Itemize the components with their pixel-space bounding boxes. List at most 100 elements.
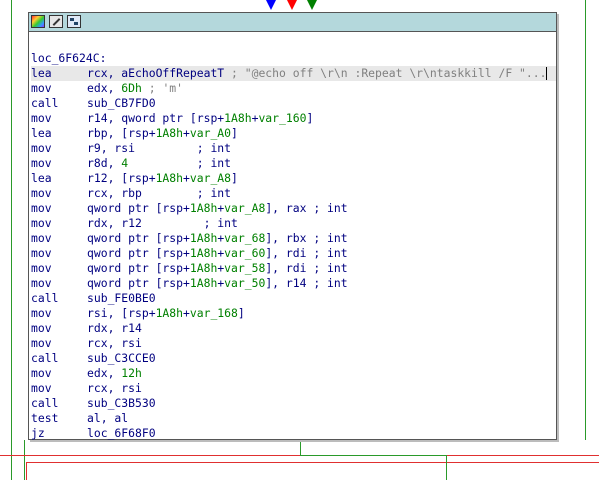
operand-token: var_160 bbox=[258, 111, 307, 125]
operand-token: rdx, r12 ; int bbox=[87, 216, 238, 230]
operand-token: 1A8h bbox=[155, 171, 184, 185]
operand-token: r12, [rsp+ bbox=[87, 171, 156, 185]
operand-token: sub_CB7FD0 bbox=[87, 96, 156, 110]
operand-token: 1A8h bbox=[155, 126, 184, 140]
operand-token: ] bbox=[231, 171, 238, 185]
mnemonic: mov bbox=[31, 111, 52, 125]
operand-token: var_60 bbox=[224, 246, 266, 260]
operand-token: var_68 bbox=[224, 231, 266, 245]
mnemonic: lea bbox=[31, 126, 52, 140]
operand-token: + bbox=[183, 126, 190, 140]
mnemonic: mov bbox=[31, 141, 52, 155]
mnemonic: mov bbox=[31, 81, 52, 95]
operand-token: + bbox=[183, 306, 190, 320]
basic-block-node[interactable]: loc_6F624C: lea rcx, aEchoOffRepeatT ; "@… bbox=[28, 12, 557, 440]
operand-token: ; 'm' bbox=[141, 81, 184, 95]
operand-token: var_A0 bbox=[189, 126, 232, 140]
operand-token: ; int bbox=[196, 141, 232, 155]
text-cursor bbox=[546, 67, 548, 80]
instruction-line[interactable]: mov rcx, rbp ; int bbox=[31, 186, 556, 201]
operand-token: r9, rsi bbox=[87, 141, 197, 155]
instruction-line[interactable]: call sub_FE0BE0 bbox=[31, 291, 556, 306]
mnemonic: test bbox=[31, 411, 59, 425]
instruction-line[interactable]: lea rbp, [rsp+1A8h+var_A0] bbox=[31, 126, 556, 141]
mnemonic: lea bbox=[31, 66, 52, 80]
mnemonic: mov bbox=[31, 156, 52, 170]
instruction-line[interactable]: mov rdx, r12 ; int bbox=[31, 216, 556, 231]
mnemonic: mov bbox=[31, 306, 52, 320]
instruction-line[interactable]: mov rcx, rsi bbox=[31, 381, 556, 396]
operand-token: qword ptr [rsp+ bbox=[87, 231, 190, 245]
instruction-line[interactable]: mov r14, qword ptr [rsp+1A8h+var_160] bbox=[31, 111, 556, 126]
graph-node-icon[interactable] bbox=[67, 15, 81, 28]
instruction-line[interactable]: lea rcx, aEchoOffRepeatT ; "@echo off \r\… bbox=[31, 66, 556, 81]
instruction-line[interactable]: mov r8d, 4 ; int bbox=[31, 156, 556, 171]
operand-token: ], r14 ; int bbox=[265, 276, 348, 290]
mnemonic: mov bbox=[31, 276, 52, 290]
mnemonic: call bbox=[31, 396, 59, 410]
operand-token: var_A8 bbox=[189, 171, 232, 185]
instruction-line[interactable]: mov qword ptr [rsp+1A8h+var_58], rdi ; in… bbox=[31, 261, 556, 276]
operand-token: var_58 bbox=[224, 261, 266, 275]
edit-node-icon[interactable] bbox=[49, 15, 63, 28]
operand-token: qword ptr [rsp+ bbox=[87, 276, 190, 290]
mnemonic: mov bbox=[31, 246, 52, 260]
instruction-line[interactable]: call sub_C3B530 bbox=[31, 396, 556, 411]
edge-green-left bbox=[11, 0, 12, 480]
operand-token: edx, bbox=[87, 366, 122, 380]
operand-token: al, al bbox=[87, 411, 129, 425]
instruction-line[interactable]: mov qword ptr [rsp+1A8h+var_50], r14 ; in… bbox=[31, 276, 556, 291]
instruction-line[interactable]: mov qword ptr [rsp+1A8h+var_A8], rax ; in… bbox=[31, 201, 556, 216]
instruction-line[interactable]: mov rdx, r14 bbox=[31, 321, 556, 336]
instruction-line[interactable]: mov edx, 6Dh ; 'm' bbox=[31, 81, 556, 96]
instruction-line[interactable]: mov qword ptr [rsp+1A8h+var_68], rbx ; in… bbox=[31, 231, 556, 246]
operand-token: 1A8h bbox=[224, 111, 252, 125]
incoming-arrow-green-icon bbox=[307, 0, 317, 10]
instruction-line[interactable]: mov rcx, rsi bbox=[31, 336, 556, 351]
operand-token: 6Dh bbox=[121, 81, 142, 95]
instruction-line[interactable]: call sub_C3CCE0 bbox=[31, 351, 556, 366]
edge-green-across bbox=[300, 455, 447, 456]
operand-token: ] bbox=[231, 126, 238, 140]
incoming-arrow-red-icon bbox=[287, 0, 297, 10]
instruction-line[interactable]: mov qword ptr [rsp+1A8h+var_60], rdi ; in… bbox=[31, 246, 556, 261]
node-title-bar[interactable] bbox=[29, 13, 556, 32]
edge-green-drop bbox=[446, 455, 447, 480]
operand-token: rcx, rsi bbox=[87, 336, 142, 350]
instruction-line[interactable]: test al, al bbox=[31, 411, 556, 426]
operand-token: + bbox=[183, 171, 190, 185]
operand-token: var_50 bbox=[224, 276, 266, 290]
disassembly-listing[interactable]: loc_6F624C: lea rcx, aEchoOffRepeatT ; "@… bbox=[31, 51, 556, 441]
color-palette-icon[interactable] bbox=[31, 15, 45, 28]
mnemonic: call bbox=[31, 351, 59, 365]
operand-token: ; int bbox=[128, 156, 232, 170]
instruction-line[interactable]: mov rsi, [rsp+1A8h+var_168] bbox=[31, 306, 556, 321]
operand-token: sub_C3CCE0 bbox=[87, 351, 156, 365]
mnemonic: lea bbox=[31, 171, 52, 185]
label-text[interactable]: loc_6F624C: bbox=[31, 51, 106, 65]
operand-token: 1A8h bbox=[189, 261, 218, 275]
instruction-line[interactable]: jz loc_6F68F0 bbox=[31, 426, 556, 441]
operand-token: 1A8h bbox=[155, 306, 184, 320]
operand-token: rcx, rsi bbox=[87, 381, 142, 395]
graph-view[interactable]: loc_6F624C: lea rcx, aEchoOffRepeatT ; "@… bbox=[0, 0, 599, 480]
mnemonic: mov bbox=[31, 336, 52, 350]
instruction-line[interactable]: mov r9, rsi ; int bbox=[31, 141, 556, 156]
instruction-line[interactable]: mov edx, 12h bbox=[31, 366, 556, 381]
instruction-line[interactable]: call sub_CB7FD0 bbox=[31, 96, 556, 111]
operand-token: rsi, [rsp+ bbox=[87, 306, 156, 320]
code-label[interactable]: loc_6F624C: bbox=[31, 51, 556, 66]
edge-red-mid bbox=[26, 462, 599, 463]
operand-token: var_168 bbox=[189, 306, 238, 320]
instruction-line[interactable]: lea r12, [rsp+1A8h+var_A8] bbox=[31, 171, 556, 186]
operand-token: ] bbox=[237, 306, 245, 320]
operand-token: qword ptr [rsp+ bbox=[87, 201, 190, 215]
operand-token: 1A8h bbox=[189, 276, 218, 290]
operand-token: qword ptr [rsp+ bbox=[87, 246, 190, 260]
operand-token: var_A8 bbox=[224, 201, 266, 215]
incoming-arrow-blue-icon bbox=[266, 0, 276, 10]
operand-token: 1A8h bbox=[189, 246, 218, 260]
operand-token: ], rbx ; int bbox=[265, 231, 348, 245]
operand-token: rdx, r14 bbox=[87, 321, 142, 335]
operand-token: loc_6F68F0 bbox=[87, 426, 156, 440]
